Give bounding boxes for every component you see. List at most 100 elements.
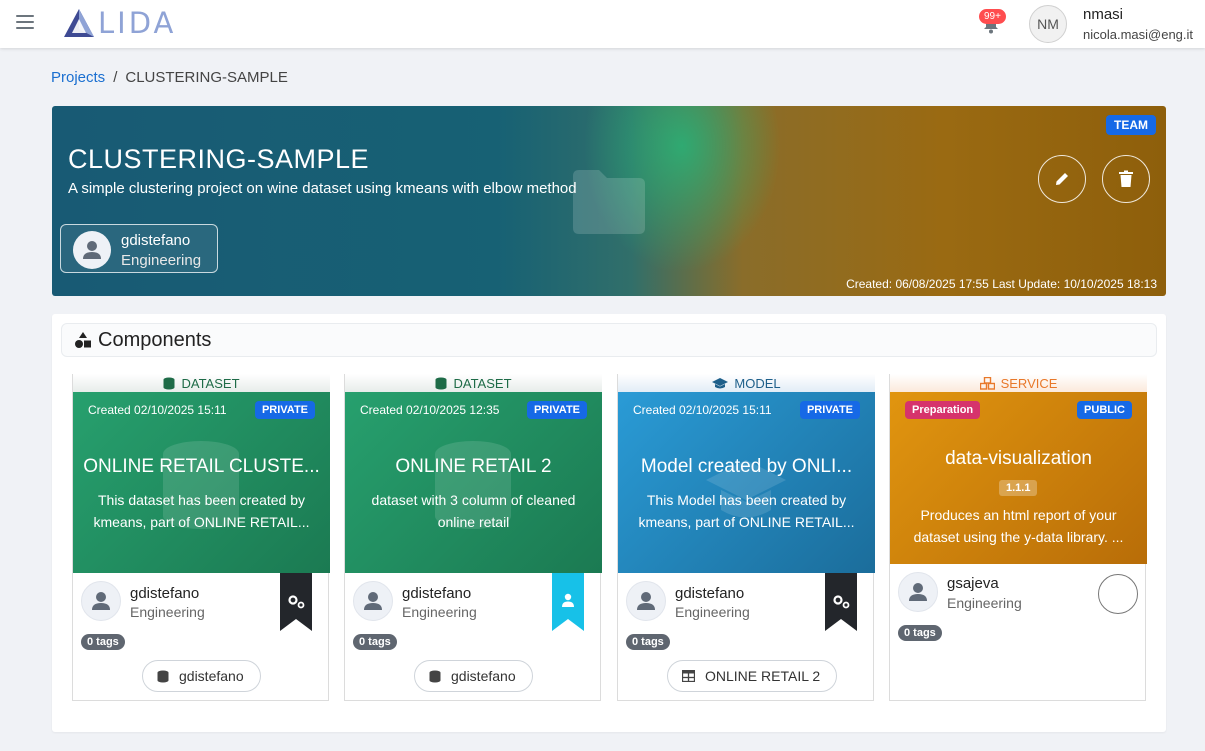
user-icon (83, 241, 101, 259)
project-header: TEAM CLUSTERING-SAMPLE A simple clusteri… (52, 106, 1166, 296)
owner-role: Engineering (121, 252, 202, 269)
tags-badge[interactable]: 0 tags (353, 634, 397, 650)
card-owner-avatar (898, 572, 938, 612)
source-dataset-button[interactable]: ONLINE RETAIL 2 (667, 660, 838, 692)
card-created-date: Created 02/10/2025 15:11 (633, 403, 772, 417)
card-owner-avatar (626, 581, 666, 621)
ribbon-user-icon (552, 573, 584, 631)
status-badge: Preparation (905, 401, 981, 419)
owner-avatar (73, 231, 111, 269)
folder-icon (573, 170, 645, 234)
source-dataset-button[interactable]: gdistefano (414, 660, 533, 692)
version-badge: 1.1.1 (999, 480, 1038, 496)
card-type-header: DATASET (73, 374, 330, 393)
card-type-label: DATASET (181, 376, 240, 391)
database-icon (157, 670, 169, 682)
database-icon (429, 670, 441, 682)
card-hero[interactable]: Preparation PUBLIC data-visualization 1.… (890, 392, 1147, 564)
tags-badge[interactable]: 0 tags (898, 625, 942, 641)
card-description: This Model has been created by kmeans, p… (638, 492, 855, 530)
project-owner-chip[interactable]: gdistefano Engineering (60, 224, 218, 273)
delete-project-button[interactable] (1102, 155, 1150, 203)
tags-badge[interactable]: 0 tags (626, 634, 670, 650)
shapes-icon (75, 332, 91, 348)
card-type-header: SERVICE (890, 374, 1147, 393)
ribbon-gears-icon (280, 573, 312, 631)
card-description: dataset with 3 column of cleaned online … (371, 492, 576, 530)
card-hero[interactable]: Created 02/10/2025 12:35 PRIVATE ONLINE … (345, 392, 602, 573)
user-email: nicola.masi@eng.it (1083, 27, 1194, 42)
component-card-service[interactable]: SERVICE Preparation PUBLIC data-visualiz… (889, 374, 1147, 701)
breadcrumb: Projects / CLUSTERING-SAMPLE (51, 69, 288, 86)
components-header: Components (61, 323, 1157, 357)
database-icon (163, 377, 175, 390)
card-hero[interactable]: Created 02/10/2025 15:11 PRIVATE ONLINE … (73, 392, 330, 573)
service-status-indicator[interactable] (1098, 574, 1138, 614)
breadcrumb-current: CLUSTERING-SAMPLE (125, 69, 288, 86)
cubes-icon (979, 377, 995, 390)
logo-triangle-icon (64, 9, 94, 37)
breadcrumb-projects-link[interactable]: Projects (51, 69, 105, 86)
user-icon (909, 583, 927, 601)
card-title[interactable]: ONLINE RETAIL CLUSTE... (83, 456, 320, 478)
card-created-date: Created 02/10/2025 12:35 (360, 403, 500, 417)
user-icon (92, 592, 110, 610)
card-type-header: MODEL (618, 374, 875, 393)
database-icon (435, 377, 447, 390)
visibility-badge: PRIVATE (526, 401, 587, 419)
card-type-header: DATASET (345, 374, 602, 393)
card-description: This dataset has been created by kmeans,… (93, 492, 310, 530)
card-owner-name: gdistefano (130, 585, 200, 602)
card-owner-name: gdistefano (675, 585, 745, 602)
notification-badge[interactable]: 99+ (979, 9, 1006, 24)
table-icon (682, 670, 695, 682)
logo-text: LIDA (98, 6, 177, 40)
trash-icon (1119, 170, 1133, 187)
card-owner-name: gdistefano (402, 585, 472, 602)
project-dates: Created: 06/08/2025 17:55 Last Update: 1… (846, 277, 1157, 291)
graduation-cap-icon (712, 377, 729, 388)
tags-badge[interactable]: 0 tags (81, 634, 125, 650)
project-description: A simple clustering project on wine data… (68, 180, 577, 197)
project-title: CLUSTERING-SAMPLE (68, 144, 370, 174)
source-dataset-button[interactable]: gdistefano (142, 660, 261, 692)
visibility-badge: PUBLIC (1077, 401, 1132, 419)
user-icon (637, 592, 655, 610)
card-owner-role: Engineering (130, 604, 205, 620)
pencil-icon (1056, 173, 1068, 185)
card-owner-avatar (81, 581, 121, 621)
card-title[interactable]: Model created by ONLI... (628, 456, 865, 478)
user-icon (364, 592, 382, 610)
card-type-label: MODEL (734, 376, 781, 391)
owner-name: gdistefano (121, 232, 191, 249)
card-owner-role: Engineering (675, 604, 750, 620)
visibility-badge: PRIVATE (799, 401, 860, 419)
source-label: gdistefano (451, 668, 516, 684)
card-owner-avatar (353, 581, 393, 621)
team-badge: TEAM (1106, 115, 1156, 135)
card-title[interactable]: data-visualization (900, 448, 1137, 470)
visibility-badge: PRIVATE (254, 401, 315, 419)
card-type-label: DATASET (453, 376, 512, 391)
components-panel: Components DATASET Created 02/10/2025 15… (52, 314, 1166, 732)
ribbon-gears-icon (825, 573, 857, 631)
card-owner-name: gsajeva (947, 575, 999, 592)
card-type-label: SERVICE (1000, 376, 1058, 391)
card-created-date: Created 02/10/2025 15:11 (88, 403, 227, 417)
top-bar: LIDA 99+ NM nmasi nicola.masi@eng.it (0, 0, 1205, 48)
menu-icon[interactable] (16, 15, 34, 31)
component-card-dataset-1[interactable]: DATASET Created 02/10/2025 15:11 PRIVATE… (72, 374, 330, 701)
user-avatar[interactable]: NM (1029, 5, 1067, 43)
card-description: Produces an html report of your dataset … (913, 507, 1124, 545)
component-card-dataset-2[interactable]: DATASET Created 02/10/2025 12:35 PRIVATE… (344, 374, 602, 701)
card-owner-role: Engineering (947, 595, 1022, 611)
component-card-model[interactable]: MODEL Created 02/10/2025 15:11 PRIVATE M… (617, 374, 875, 701)
breadcrumb-separator: / (113, 69, 118, 86)
source-label: gdistefano (179, 668, 244, 684)
app-logo[interactable]: LIDA (62, 6, 176, 40)
card-title[interactable]: ONLINE RETAIL 2 (355, 456, 592, 478)
card-owner-role: Engineering (402, 604, 477, 620)
user-name: nmasi (1083, 6, 1124, 23)
card-hero[interactable]: Created 02/10/2025 15:11 PRIVATE Model c… (618, 392, 875, 573)
edit-project-button[interactable] (1038, 155, 1086, 203)
